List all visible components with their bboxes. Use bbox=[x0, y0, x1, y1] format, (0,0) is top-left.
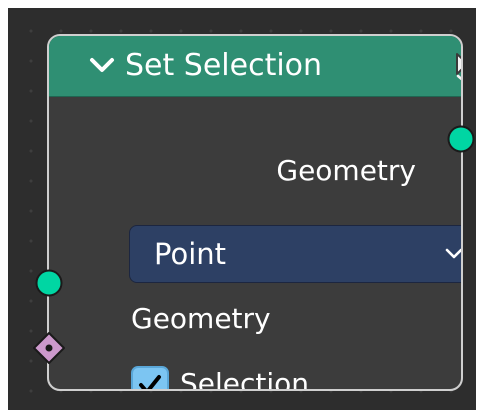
selection-label: Selection bbox=[180, 367, 310, 391]
domain-dropdown-value: Point bbox=[154, 237, 227, 271]
set-selection-node[interactable]: Set Selection Geometry Point Geometry Se… bbox=[47, 34, 463, 391]
domain-dropdown[interactable]: Point bbox=[129, 225, 461, 283]
selection-checkbox[interactable] bbox=[131, 366, 169, 389]
node-header[interactable]: Set Selection bbox=[49, 36, 461, 97]
output-geometry-socket[interactable] bbox=[446, 124, 476, 154]
check-icon bbox=[139, 375, 161, 389]
chevron-down-icon[interactable] bbox=[89, 57, 115, 73]
output-geometry-label: Geometry bbox=[276, 154, 416, 187]
input-geometry-socket[interactable] bbox=[34, 268, 64, 298]
chevron-down-icon bbox=[445, 248, 461, 259]
mouse-cursor-icon bbox=[456, 53, 461, 81]
node-title: Set Selection bbox=[125, 48, 323, 83]
input-geometry-label: Geometry bbox=[131, 302, 271, 335]
input-selection-socket[interactable] bbox=[31, 330, 67, 366]
